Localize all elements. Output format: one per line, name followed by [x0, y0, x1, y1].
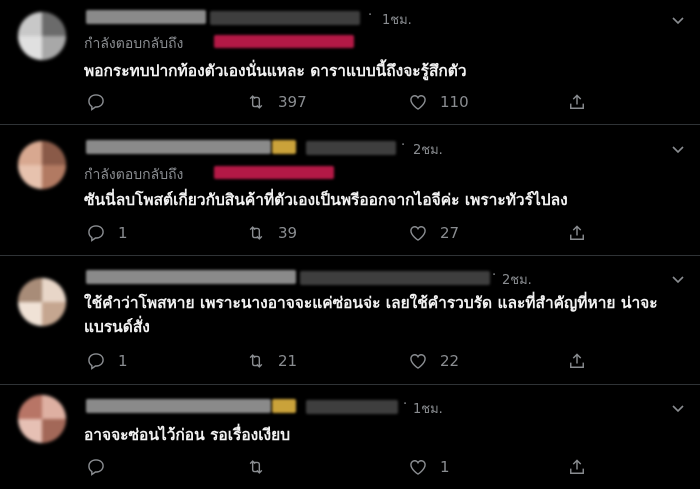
like-count: 1: [440, 458, 450, 476]
tweet-text: ใช้คำว่าโพสหาย เพราะนางอาจจะแค่ซ่อนจ่ะ เ…: [84, 294, 658, 336]
tweet-time[interactable]: 1ชม.: [382, 9, 412, 30]
tweet-text: อาจจะซ่อนไว้ก่อน รอเรื่องเงียบ: [84, 426, 291, 444]
user-name-blurred[interactable]: [86, 270, 296, 284]
like-button[interactable]: 1: [408, 456, 450, 478]
avatar[interactable]: [18, 12, 66, 60]
avatar[interactable]: [18, 395, 66, 443]
retweet-count: 397: [278, 93, 307, 111]
tweet-time[interactable]: 2ชม.: [413, 139, 443, 160]
heart-icon: [410, 354, 426, 369]
tweet-2[interactable]: · 2ชม. กำลังตอบกลับถึง ซันนี่ลบโพสต์เกี่…: [0, 125, 700, 255]
share-icon: [570, 459, 584, 474]
mention-blurred[interactable]: [214, 35, 354, 48]
tweet-time[interactable]: 1ชม.: [413, 398, 443, 419]
avatar[interactable]: [18, 141, 66, 189]
separator-dot: ·: [492, 268, 497, 283]
separator-dot: ·: [401, 138, 406, 153]
reply-button[interactable]: [86, 91, 118, 113]
user-name-blurred[interactable]: [86, 140, 271, 154]
verified-badge-blurred: [272, 140, 296, 154]
retweet-icon: [249, 226, 263, 240]
user-handle-blurred: [306, 400, 398, 414]
heart-icon: [410, 95, 426, 110]
retweet-count: 21: [278, 352, 298, 370]
like-button[interactable]: 27: [408, 222, 459, 244]
share-icon: [570, 353, 584, 368]
retweet-icon: [249, 95, 263, 109]
user-handle-blurred: [306, 141, 396, 155]
reply-button[interactable]: 1: [86, 222, 128, 244]
share-button[interactable]: [567, 91, 587, 113]
reply-button[interactable]: [86, 456, 118, 478]
retweet-icon: [249, 460, 263, 474]
retweet-button[interactable]: [246, 456, 278, 478]
tweet-time[interactable]: 2ชม.: [502, 269, 532, 290]
user-name-blurred[interactable]: [86, 399, 271, 413]
chevron-down-icon[interactable]: [670, 12, 686, 28]
like-count: 22: [440, 352, 460, 370]
share-button[interactable]: [567, 350, 587, 372]
heart-icon: [410, 460, 426, 475]
retweet-button[interactable]: 397: [246, 91, 307, 113]
reply-count: 1: [118, 352, 128, 370]
reply-icon: [88, 459, 104, 476]
tweet-1[interactable]: · 1ชม. กำลังตอบกลับถึง พอกระทบปากท้องตัว…: [0, 0, 700, 124]
tweet-text: พอกระทบปากท้องตัวเองนั่นแหละ ดาราแบบนี้ถ…: [84, 62, 467, 80]
reply-icon: [88, 94, 104, 111]
retweet-icon: [249, 354, 263, 368]
retweet-button[interactable]: 39: [246, 222, 297, 244]
user-handle-blurred: [210, 11, 360, 25]
replying-to-label: กำลังตอบกลับถึง: [84, 167, 184, 183]
mention-blurred[interactable]: [214, 166, 334, 179]
tweet-text: ซันนี่ลบโพสต์เกี่ยวกับสินค้าที่ตัวเองเป็…: [84, 191, 568, 209]
heart-icon: [410, 226, 426, 241]
retweet-count: 39: [278, 224, 298, 242]
share-button[interactable]: [567, 222, 587, 244]
like-button[interactable]: 22: [408, 350, 459, 372]
chevron-down-icon[interactable]: [670, 400, 686, 416]
replying-to-label: กำลังตอบกลับถึง: [84, 36, 184, 52]
share-icon: [570, 94, 584, 109]
reply-button[interactable]: 1: [86, 350, 128, 372]
share-icon: [570, 225, 584, 240]
tweet-4[interactable]: · 1ชม. อาจจะซ่อนไว้ก่อน รอเรื่องเงียบ 1: [0, 385, 700, 489]
user-name-blurred[interactable]: [86, 10, 206, 24]
avatar[interactable]: [18, 278, 66, 326]
retweet-button[interactable]: 21: [246, 350, 297, 372]
reply-count: 1: [118, 224, 128, 242]
user-handle-blurred: [300, 271, 490, 285]
chevron-down-icon[interactable]: [670, 141, 686, 157]
share-button[interactable]: [567, 456, 587, 478]
chevron-down-icon[interactable]: [670, 271, 686, 287]
separator-dot: ·: [368, 8, 373, 23]
like-count: 27: [440, 224, 460, 242]
verified-badge-blurred: [272, 399, 296, 413]
reply-icon: [88, 225, 104, 242]
like-button[interactable]: 110: [408, 91, 469, 113]
reply-icon: [88, 353, 104, 370]
like-count: 110: [440, 93, 469, 111]
tweet-3[interactable]: · 2ชม. ใช้คำว่าโพสหาย เพราะนางอาจจะแค่ซ่…: [0, 256, 700, 384]
separator-dot: ·: [403, 397, 408, 412]
